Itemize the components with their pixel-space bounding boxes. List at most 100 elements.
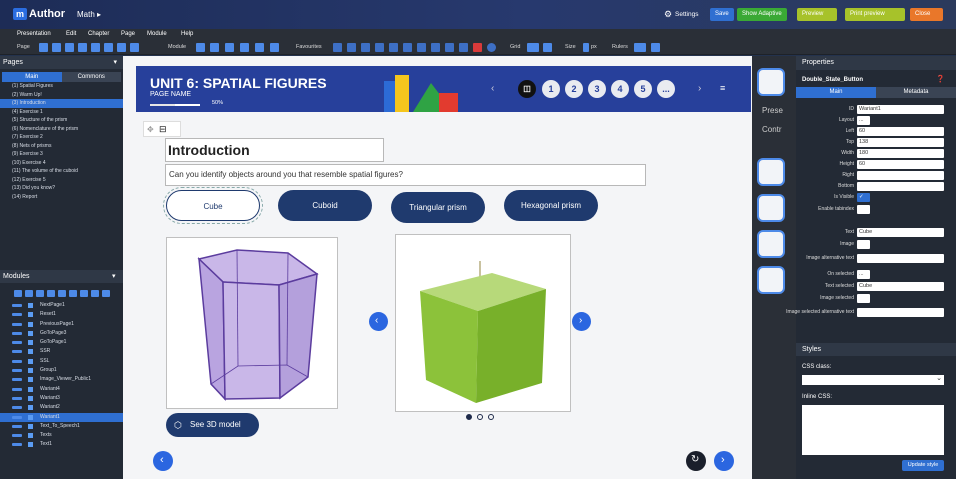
module-list-item[interactable]: Group1 — [0, 366, 123, 375]
gear-icon[interactable] — [487, 43, 496, 52]
menu-icon[interactable]: ≡ — [720, 83, 725, 93]
module-tool-icon[interactable] — [36, 290, 44, 297]
next-page-button[interactable]: › — [714, 451, 734, 471]
property-input[interactable] — [857, 308, 944, 317]
toolbar-icon[interactable] — [117, 43, 126, 52]
page-list-item[interactable]: (7) Exercise 2 — [0, 133, 123, 142]
prev-page-arrow-icon[interactable]: ‹ — [491, 83, 494, 94]
module-tool-icon[interactable] — [25, 290, 33, 297]
page-list-item[interactable]: (11) The volume of the cuboid — [0, 167, 123, 176]
module-list-item[interactable]: NextPage1 — [0, 301, 123, 310]
property-input[interactable]: 138 — [857, 138, 944, 147]
toolbar-icon[interactable] — [39, 43, 48, 52]
toolbar-icon[interactable] — [270, 43, 279, 52]
inline-css-textarea[interactable] — [802, 405, 944, 455]
toolbar-icon[interactable] — [91, 43, 100, 52]
carousel-dot-2[interactable] — [477, 414, 483, 420]
module-list-item[interactable]: Wariant1 — [0, 412, 123, 422]
module-tool-icon[interactable] — [91, 290, 99, 297]
page-list-item[interactable]: (10) Exercise 4 — [0, 159, 123, 168]
page-list-item[interactable]: (12) Exercise 5 — [0, 176, 123, 185]
move-icon[interactable]: ✥ — [147, 125, 154, 134]
choice-cube-button[interactable]: Cube — [163, 187, 263, 224]
page-list-item[interactable]: (3) Introduction — [0, 99, 123, 108]
tab-commons[interactable]: Commons — [61, 72, 121, 82]
youtube-icon[interactable] — [473, 43, 482, 52]
rulers-toggle-icon[interactable] — [634, 43, 646, 52]
update-style-button[interactable]: Update style — [902, 460, 944, 471]
favourite-icon[interactable] — [347, 43, 356, 52]
module-tool-icon[interactable] — [14, 290, 22, 297]
page-list-item[interactable]: (8) Nets of prisms — [0, 142, 123, 151]
carousel-prev-button[interactable]: ‹ — [369, 312, 388, 331]
link-tool-button[interactable] — [757, 194, 785, 222]
tab-main[interactable]: Main — [2, 72, 62, 82]
property-input[interactable]: 60 — [857, 160, 944, 169]
carousel-dot-3[interactable] — [488, 414, 494, 420]
module-list-item[interactable]: Texts — [0, 431, 123, 440]
page-nav-5[interactable]: 5 — [634, 80, 652, 98]
chevron-down-icon[interactable]: ▾ — [112, 270, 116, 283]
module-list-item[interactable]: GoToPage3 — [0, 329, 123, 338]
module-tool-icon[interactable] — [102, 290, 110, 297]
see-3d-model-button[interactable]: ⬡ See 3D model — [166, 413, 259, 437]
favourite-icon[interactable] — [333, 43, 342, 52]
property-input[interactable] — [857, 254, 944, 263]
module-list-item[interactable]: Text1 — [0, 440, 123, 449]
property-input[interactable]: Cube — [857, 228, 944, 237]
undo-icon[interactable] — [196, 43, 205, 52]
favourite-icon[interactable] — [459, 43, 468, 52]
menu-presentation[interactable]: Presentation — [17, 31, 51, 37]
module-list-item[interactable]: SSL — [0, 357, 123, 366]
page-list-item[interactable]: (9) Exercise 3 — [0, 150, 123, 159]
module-list-item[interactable]: Wariant3 — [0, 394, 123, 403]
book-icon[interactable]: ◫ — [518, 80, 536, 98]
property-input[interactable]: 60 — [857, 127, 944, 136]
reset-button[interactable]: ↻ — [686, 451, 706, 471]
save-button[interactable]: Save — [710, 8, 734, 21]
page-list-item[interactable]: (13) Did you know? — [0, 184, 123, 193]
css-class-select[interactable]: ⌄ — [802, 375, 944, 385]
settings-button[interactable]: Settings — [675, 11, 699, 18]
toolbar-icon[interactable] — [130, 43, 139, 52]
page-list-item[interactable]: (2) Warm Up! — [0, 91, 123, 100]
previous-page-button[interactable]: ‹ — [153, 451, 173, 471]
choice-cuboid-button[interactable]: Cuboid — [278, 190, 372, 221]
property-input[interactable] — [857, 205, 870, 214]
favourite-icon[interactable] — [431, 43, 440, 52]
module-list-item[interactable]: Reset1 — [0, 310, 123, 319]
property-input[interactable]: Wariant1 — [857, 105, 944, 114]
page-nav-1[interactable]: 1 — [542, 80, 560, 98]
module-handle[interactable]: ✥ ⊟ — [143, 121, 181, 137]
redo-icon[interactable] — [210, 43, 219, 52]
page-list-item[interactable]: (14) Report — [0, 193, 123, 202]
module-list-item[interactable]: SSR — [0, 347, 123, 356]
property-input[interactable] — [857, 294, 870, 303]
favourite-icon[interactable] — [389, 43, 398, 52]
module-list-item[interactable]: Wariant4 — [0, 385, 123, 394]
page-list-item[interactable]: (6) Nomenclature of the prism — [0, 125, 123, 134]
toolbar-icon[interactable] — [65, 43, 74, 52]
chevron-down-icon[interactable]: ▾ — [113, 56, 117, 69]
module-tool-icon[interactable] — [47, 290, 55, 297]
favourite-icon[interactable] — [403, 43, 412, 52]
menu-page[interactable]: Page — [121, 31, 135, 37]
favourite-icon[interactable] — [375, 43, 384, 52]
side-tool-button[interactable] — [757, 68, 785, 96]
show-adaptive-button[interactable]: Show Adaptive — [737, 8, 787, 21]
link-tool-button[interactable] — [757, 158, 785, 186]
toolbar-icon[interactable] — [255, 43, 264, 52]
page-nav-2[interactable]: 2 — [565, 80, 583, 98]
favourite-icon[interactable] — [445, 43, 454, 52]
favourite-icon[interactable] — [361, 43, 370, 52]
choice-triangular-prism-button[interactable]: Triangular prism — [391, 192, 485, 223]
module-list-item[interactable]: Wariant2 — [0, 403, 123, 412]
print-preview-button[interactable]: Print preview — [845, 8, 905, 21]
page-list-item[interactable]: (1) Spatial Figures — [0, 82, 123, 91]
page-list-item[interactable]: (4) Exercise 1 — [0, 108, 123, 117]
breadcrumb[interactable]: Math ▸ — [77, 10, 101, 19]
link-tool-button[interactable] — [757, 230, 785, 258]
module-tool-icon[interactable] — [58, 290, 66, 297]
module-list-item[interactable]: Text_To_Speech1 — [0, 422, 123, 431]
module-list-item[interactable]: GoToPage1 — [0, 338, 123, 347]
